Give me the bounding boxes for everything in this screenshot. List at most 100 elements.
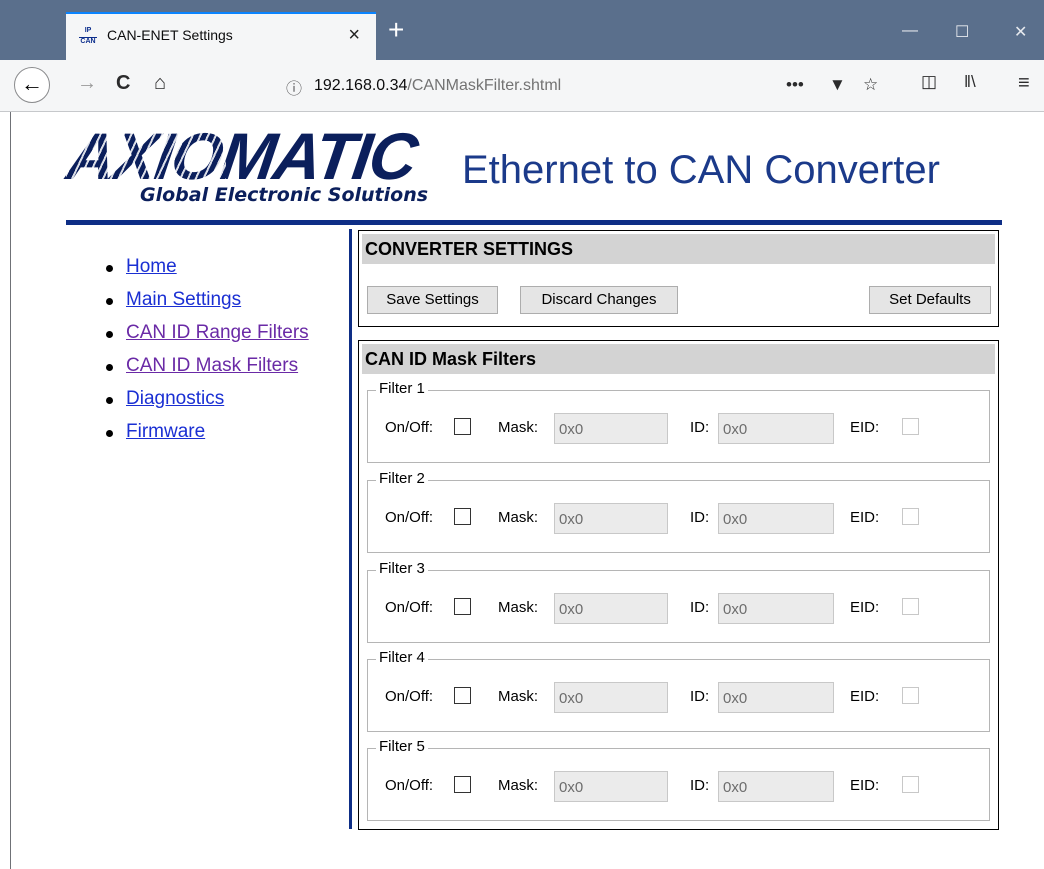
nav-link-main-settings[interactable]: Main Settings xyxy=(126,289,241,310)
eid-checkbox[interactable] xyxy=(902,598,919,615)
window-close-icon[interactable]: ✕ xyxy=(1014,22,1027,42)
filter-legend: Filter 2 xyxy=(376,470,428,487)
sidebar-icon[interactable]: ◫ xyxy=(921,72,937,92)
info-circle-icon[interactable]: ⓘ xyxy=(286,75,302,99)
eid-label: EID: xyxy=(850,509,880,526)
nav-item-main-settings: Main Settings xyxy=(106,289,309,322)
mask-filters-heading: CAN ID Mask Filters xyxy=(362,344,995,374)
new-tab-button[interactable]: + xyxy=(388,14,404,46)
onoff-checkbox[interactable] xyxy=(454,776,471,793)
filter-legend: Filter 1 xyxy=(376,380,428,397)
mask-label: Mask: xyxy=(498,777,539,794)
id-input[interactable]: 0x0 xyxy=(718,593,834,624)
eid-checkbox[interactable] xyxy=(902,508,919,525)
mask-label: Mask: xyxy=(498,688,539,705)
nav-item-home: Home xyxy=(106,256,309,289)
eid-label: EID: xyxy=(850,777,880,794)
onoff-checkbox[interactable] xyxy=(454,418,471,435)
mask-input[interactable]: 0x0 xyxy=(554,413,668,444)
onoff-checkbox[interactable] xyxy=(454,508,471,525)
content-divider xyxy=(349,229,352,829)
nav-item-range-filters: CAN ID Range Filters xyxy=(106,322,309,355)
url-host: 192.168.0.34 xyxy=(314,77,408,94)
browser-toolbar: ← → C ⌂ ⓘ 192.168.0.34/CANMaskFilter.sht… xyxy=(0,60,1044,112)
onoff-checkbox[interactable] xyxy=(454,598,471,615)
bookmark-star-icon[interactable]: ☆ xyxy=(863,75,878,95)
forward-arrow-icon[interactable]: → xyxy=(77,72,97,95)
home-icon[interactable]: ⌂ xyxy=(154,72,166,95)
menu-hamburger-icon[interactable]: ≡ xyxy=(1018,72,1030,95)
url-path: /CANMaskFilter.shtml xyxy=(407,77,562,94)
onoff-label: On/Off: xyxy=(385,688,434,705)
tab-title: CAN-ENET Settings xyxy=(107,27,233,43)
id-label: ID: xyxy=(690,599,710,616)
id-input[interactable]: 0x0 xyxy=(718,413,834,444)
tab-close-icon[interactable]: × xyxy=(348,24,360,47)
filter-legend: Filter 3 xyxy=(376,560,428,577)
eid-label: EID: xyxy=(850,688,880,705)
browser-tab-active[interactable]: IP CAN CAN-ENET Settings × xyxy=(66,12,376,60)
page-title: Ethernet to CAN Converter xyxy=(462,148,940,192)
id-label: ID: xyxy=(690,419,710,436)
maximize-icon[interactable]: ☐ xyxy=(955,22,969,42)
mask-label: Mask: xyxy=(498,599,539,616)
converter-settings-heading: CONVERTER SETTINGS xyxy=(362,234,995,264)
can-ip-favicon-icon: IP CAN xyxy=(79,27,97,45)
header-divider xyxy=(66,220,1002,225)
reload-icon[interactable]: C xyxy=(116,72,130,95)
mask-label: Mask: xyxy=(498,419,539,436)
axiomatic-logo: AXIOMATIC Global Electronic Solutions xyxy=(63,119,446,208)
eid-checkbox[interactable] xyxy=(902,687,919,704)
mask-input[interactable]: 0x0 xyxy=(554,503,668,534)
id-input[interactable]: 0x0 xyxy=(718,503,834,534)
set-defaults-button[interactable]: Set Defaults xyxy=(869,286,991,314)
onoff-label: On/Off: xyxy=(385,777,434,794)
address-bar[interactable]: ⓘ 192.168.0.34/CANMaskFilter.shtml ••• ▼… xyxy=(278,70,910,102)
url-text: 192.168.0.34/CANMaskFilter.shtml xyxy=(314,77,561,95)
nav-link-firmware[interactable]: Firmware xyxy=(126,421,205,442)
discard-changes-button[interactable]: Discard Changes xyxy=(520,286,678,314)
mask-input[interactable]: 0x0 xyxy=(554,682,668,713)
logo-tagline: Global Electronic Solutions xyxy=(140,184,429,206)
id-label: ID: xyxy=(690,509,710,526)
filter-fieldset: Filter 2 On/Off: Mask: 0x0 ID: 0x0 EID: xyxy=(367,470,990,553)
onoff-label: On/Off: xyxy=(385,509,434,526)
filter-legend: Filter 5 xyxy=(376,738,428,755)
save-settings-button[interactable]: Save Settings xyxy=(367,286,498,314)
nav-link-diagnostics[interactable]: Diagnostics xyxy=(126,388,224,409)
filter-fieldset: Filter 5 On/Off: Mask: 0x0 ID: 0x0 EID: xyxy=(367,738,990,821)
eid-checkbox[interactable] xyxy=(902,776,919,793)
browser-tab-strip: IP CAN CAN-ENET Settings × + — ☐ ✕ xyxy=(0,0,1044,60)
mask-filters-panel: CAN ID Mask Filters Filter 1 On/Off: Mas… xyxy=(358,340,999,830)
mask-input[interactable]: 0x0 xyxy=(554,593,668,624)
id-label: ID: xyxy=(690,777,710,794)
nav-item-mask-filters: CAN ID Mask Filters xyxy=(106,355,309,388)
id-input[interactable]: 0x0 xyxy=(718,682,834,713)
sidebar-nav: Home Main Settings CAN ID Range Filters … xyxy=(106,256,309,454)
nav-link-range-filters[interactable]: CAN ID Range Filters xyxy=(126,322,309,343)
mask-label: Mask: xyxy=(498,509,539,526)
nav-link-home[interactable]: Home xyxy=(126,256,177,277)
id-label: ID: xyxy=(690,688,710,705)
filter-legend: Filter 4 xyxy=(376,649,428,666)
nav-link-mask-filters[interactable]: CAN ID Mask Filters xyxy=(126,355,298,376)
onoff-checkbox[interactable] xyxy=(454,687,471,704)
converter-settings-panel: CONVERTER SETTINGS Save Settings Discard… xyxy=(358,230,999,327)
onoff-label: On/Off: xyxy=(385,419,434,436)
pocket-icon[interactable]: ▼ xyxy=(829,75,846,95)
mask-input[interactable]: 0x0 xyxy=(554,771,668,802)
filter-fieldset: Filter 1 On/Off: Mask: 0x0 ID: 0x0 EID: xyxy=(367,380,990,463)
eid-label: EID: xyxy=(850,419,880,436)
filter-fieldset: Filter 4 On/Off: Mask: 0x0 ID: 0x0 EID: xyxy=(367,649,990,732)
eid-label: EID: xyxy=(850,599,880,616)
id-input[interactable]: 0x0 xyxy=(718,771,834,802)
more-actions-icon[interactable]: ••• xyxy=(786,75,804,95)
onoff-label: On/Off: xyxy=(385,599,434,616)
nav-item-diagnostics: Diagnostics xyxy=(106,388,309,421)
nav-item-firmware: Firmware xyxy=(106,421,309,454)
minimize-icon[interactable]: — xyxy=(902,22,918,40)
library-icon[interactable]: ‖\ xyxy=(964,72,976,92)
page-left-edge xyxy=(10,112,11,869)
back-arrow-icon[interactable]: ← xyxy=(14,67,50,103)
eid-checkbox[interactable] xyxy=(902,418,919,435)
